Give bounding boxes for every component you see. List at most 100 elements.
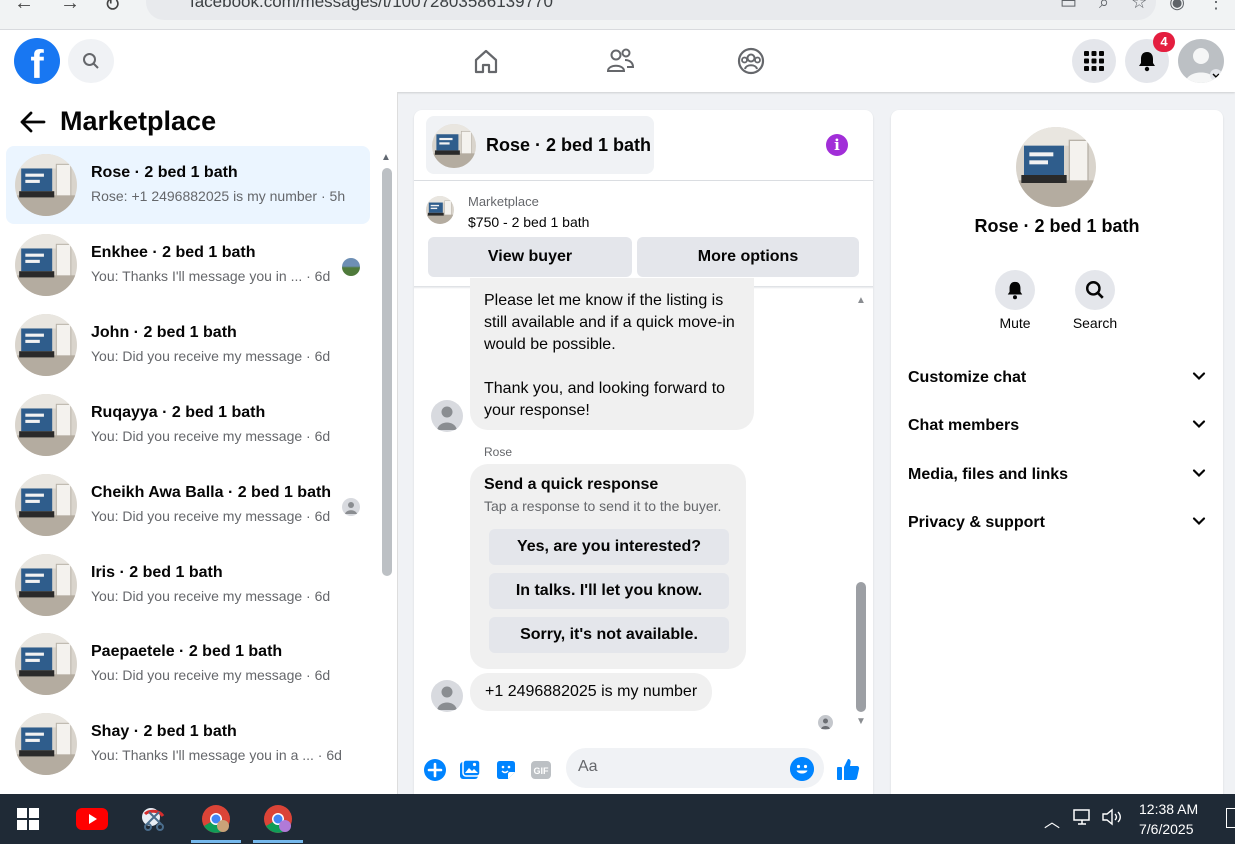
message-input[interactable]: Aa — [566, 748, 824, 788]
conversation-preview: You: Did you receive my message · 6d — [91, 667, 331, 683]
photo-attach-icon[interactable] — [458, 758, 482, 782]
scroll-up-arrow-icon[interactable]: ▲ — [856, 295, 866, 306]
notification-badge: 4 — [1153, 32, 1175, 52]
scrollbar-thumb[interactable] — [382, 168, 392, 576]
quick-response-button[interactable]: Sorry, it's not available. — [489, 617, 729, 653]
privacy-support-section[interactable]: Privacy & support — [908, 514, 1206, 544]
panel-title: Marketplace — [60, 106, 217, 136]
conversation-preview: You: Thanks I'll message you in ... · 6d — [91, 268, 331, 284]
clock-time: 12:38 AM — [1139, 801, 1199, 817]
gif-icon[interactable]: GIF — [529, 758, 553, 782]
message-bubble[interactable]: +1 2496882025 is my number — [470, 673, 713, 711]
youtube-icon[interactable] — [75, 802, 109, 836]
add-plus-icon[interactable] — [423, 758, 447, 782]
facebook-logo-icon[interactable]: f — [14, 38, 60, 84]
clock-date: 7/6/2025 — [1139, 821, 1194, 837]
chat-members-section[interactable]: Chat members — [908, 417, 1206, 447]
thumbs-up-icon[interactable] — [835, 756, 861, 782]
chevron-down-icon — [1192, 517, 1206, 526]
sticker-icon[interactable] — [494, 758, 518, 782]
listing-thumbnail — [1016, 127, 1096, 207]
quick-response-card: Send a quick response Tap a response to … — [470, 464, 746, 669]
message-text: Thank you, and looking forward to your r… — [484, 380, 726, 419]
conversation-row[interactable]: Paepaetele · 2 bed 1 bath You: Did you r… — [6, 625, 370, 703]
menu-grid-button[interactable] — [1072, 39, 1116, 83]
view-buyer-button[interactable]: View buyer — [428, 237, 632, 277]
conversation-row[interactable]: Shay · 2 bed 1 bath You: Thanks I'll mes… — [6, 705, 370, 783]
sender-name: Rose — [484, 445, 513, 459]
more-options-button[interactable]: More options — [637, 237, 859, 277]
quick-response-button[interactable]: Yes, are you interested? — [489, 529, 729, 565]
search-icon — [1075, 270, 1115, 310]
notification-center-icon[interactable] — [1226, 808, 1235, 828]
conversation-title: Ruqayya · 2 bed 1 bath — [91, 404, 266, 421]
conversation-title: Cheikh Awa Balla · 2 bed 1 bath — [91, 484, 332, 501]
chevron-down-icon — [1192, 420, 1206, 429]
chat-header-button[interactable]: Rose · 2 bed 1 bath — [426, 116, 654, 174]
cast-icon[interactable]: ▭ — [1060, 0, 1077, 13]
conversation-row[interactable]: Ruqayya · 2 bed 1 bath You: Did you rece… — [6, 386, 370, 464]
conversation-preview: You: Did you receive my message · 6d — [91, 508, 331, 524]
home-icon[interactable] — [470, 45, 502, 77]
network-icon[interactable] — [1072, 808, 1094, 831]
chat-details-panel: Rose · 2 bed 1 bath Mute Search Customiz… — [891, 110, 1223, 794]
bookmark-star-icon[interactable]: ☆ — [1131, 0, 1147, 13]
active-app-indicator — [191, 840, 241, 843]
groups-icon[interactable] — [735, 45, 767, 77]
conversation-preview: You: Thanks I'll message you in a ... · … — [91, 747, 342, 763]
chrome-icon[interactable] — [261, 802, 295, 836]
quick-response-button[interactable]: In talks. I'll let you know. — [489, 573, 729, 609]
conversation-row[interactable]: Iris · 2 bed 1 bath You: Did you receive… — [6, 546, 370, 624]
conversation-row[interactable]: John · 2 bed 1 bath You: Did you receive… — [6, 306, 370, 384]
reload-icon[interactable]: ↻ — [104, 0, 121, 17]
customize-chat-section[interactable]: Customize chat — [908, 369, 1206, 399]
details-name: Rose · 2 bed 1 bath — [974, 216, 1140, 236]
chrome-icon[interactable] — [199, 802, 233, 836]
mute-button[interactable]: Mute — [985, 270, 1045, 331]
search-in-chat-button[interactable]: Search — [1065, 270, 1125, 331]
conversation-row[interactable]: Enkhee · 2 bed 1 bath You: Thanks I'll m… — [6, 226, 370, 304]
marketplace-header: Marketplace — [20, 106, 216, 137]
scroll-down-arrow-icon[interactable]: ▼ — [856, 716, 866, 727]
listing-thumbnail — [426, 196, 454, 224]
windows-start-icon[interactable] — [11, 802, 45, 836]
system-clock[interactable]: 12:38 AM 7/6/2025 — [1139, 799, 1198, 839]
bell-icon — [995, 270, 1035, 310]
sender-avatar[interactable] — [431, 680, 463, 712]
conversation-row[interactable]: Cheikh Awa Balla · 2 bed 1 bath You: Did… — [6, 466, 370, 544]
conversation-preview: You: Did you receive my message · 6d — [91, 428, 331, 444]
section-label: Privacy & support — [908, 514, 1045, 531]
browser-actions: ▭ ⌕ ☆ ◉ ⋮ — [1060, 0, 1235, 13]
conversation-row[interactable]: Rose · 2 bed 1 bath Rose: +1 2496882025 … — [6, 146, 370, 224]
conversation-title: Rose · 2 bed 1 bath — [91, 164, 238, 181]
media-files-links-section[interactable]: Media, files and links — [908, 466, 1206, 496]
back-arrow-icon[interactable] — [20, 111, 46, 133]
url-text[interactable]: facebook.com/messages/t/1007280358613977… — [190, 0, 553, 12]
listing-thumbnail — [432, 124, 476, 168]
section-label: Chat members — [908, 417, 1020, 434]
conversation-title: Shay · 2 bed 1 bath — [91, 723, 237, 740]
conversation-preview: You: Did you receive my message · 6d — [91, 588, 331, 604]
message-placeholder: Aa — [578, 758, 598, 775]
menu-kebab-icon[interactable]: ⋮ — [1207, 0, 1225, 13]
show-hidden-icons-chevron-icon[interactable]: ︿ — [1044, 808, 1060, 832]
emoji-icon[interactable] — [790, 757, 814, 781]
profile-icon[interactable]: ◉ — [1169, 0, 1185, 13]
forward-arrow-icon[interactable]: → — [60, 0, 80, 15]
account-avatar[interactable] — [1178, 39, 1224, 83]
friends-icon[interactable] — [604, 45, 636, 77]
snipping-tool-icon[interactable] — [137, 802, 171, 836]
scrollbar-thumb[interactable] — [856, 582, 866, 712]
listing-thumbnail — [15, 154, 77, 216]
divider — [414, 180, 873, 181]
sender-avatar[interactable] — [431, 400, 463, 432]
zoom-icon[interactable]: ⌕ — [1099, 0, 1109, 13]
back-arrow-icon[interactable]: ← — [14, 0, 34, 15]
listing-thumbnail — [15, 474, 77, 536]
search-button[interactable] — [68, 39, 114, 83]
volume-icon[interactable] — [1101, 808, 1125, 831]
scroll-up-arrow-icon[interactable]: ▲ — [381, 152, 391, 163]
info-icon[interactable]: i — [826, 134, 848, 156]
conversation-preview: Rose: +1 2496882025 is my number · 5h — [91, 188, 346, 204]
message-bubble[interactable]: Please let me know if the listing is sti… — [470, 278, 754, 430]
